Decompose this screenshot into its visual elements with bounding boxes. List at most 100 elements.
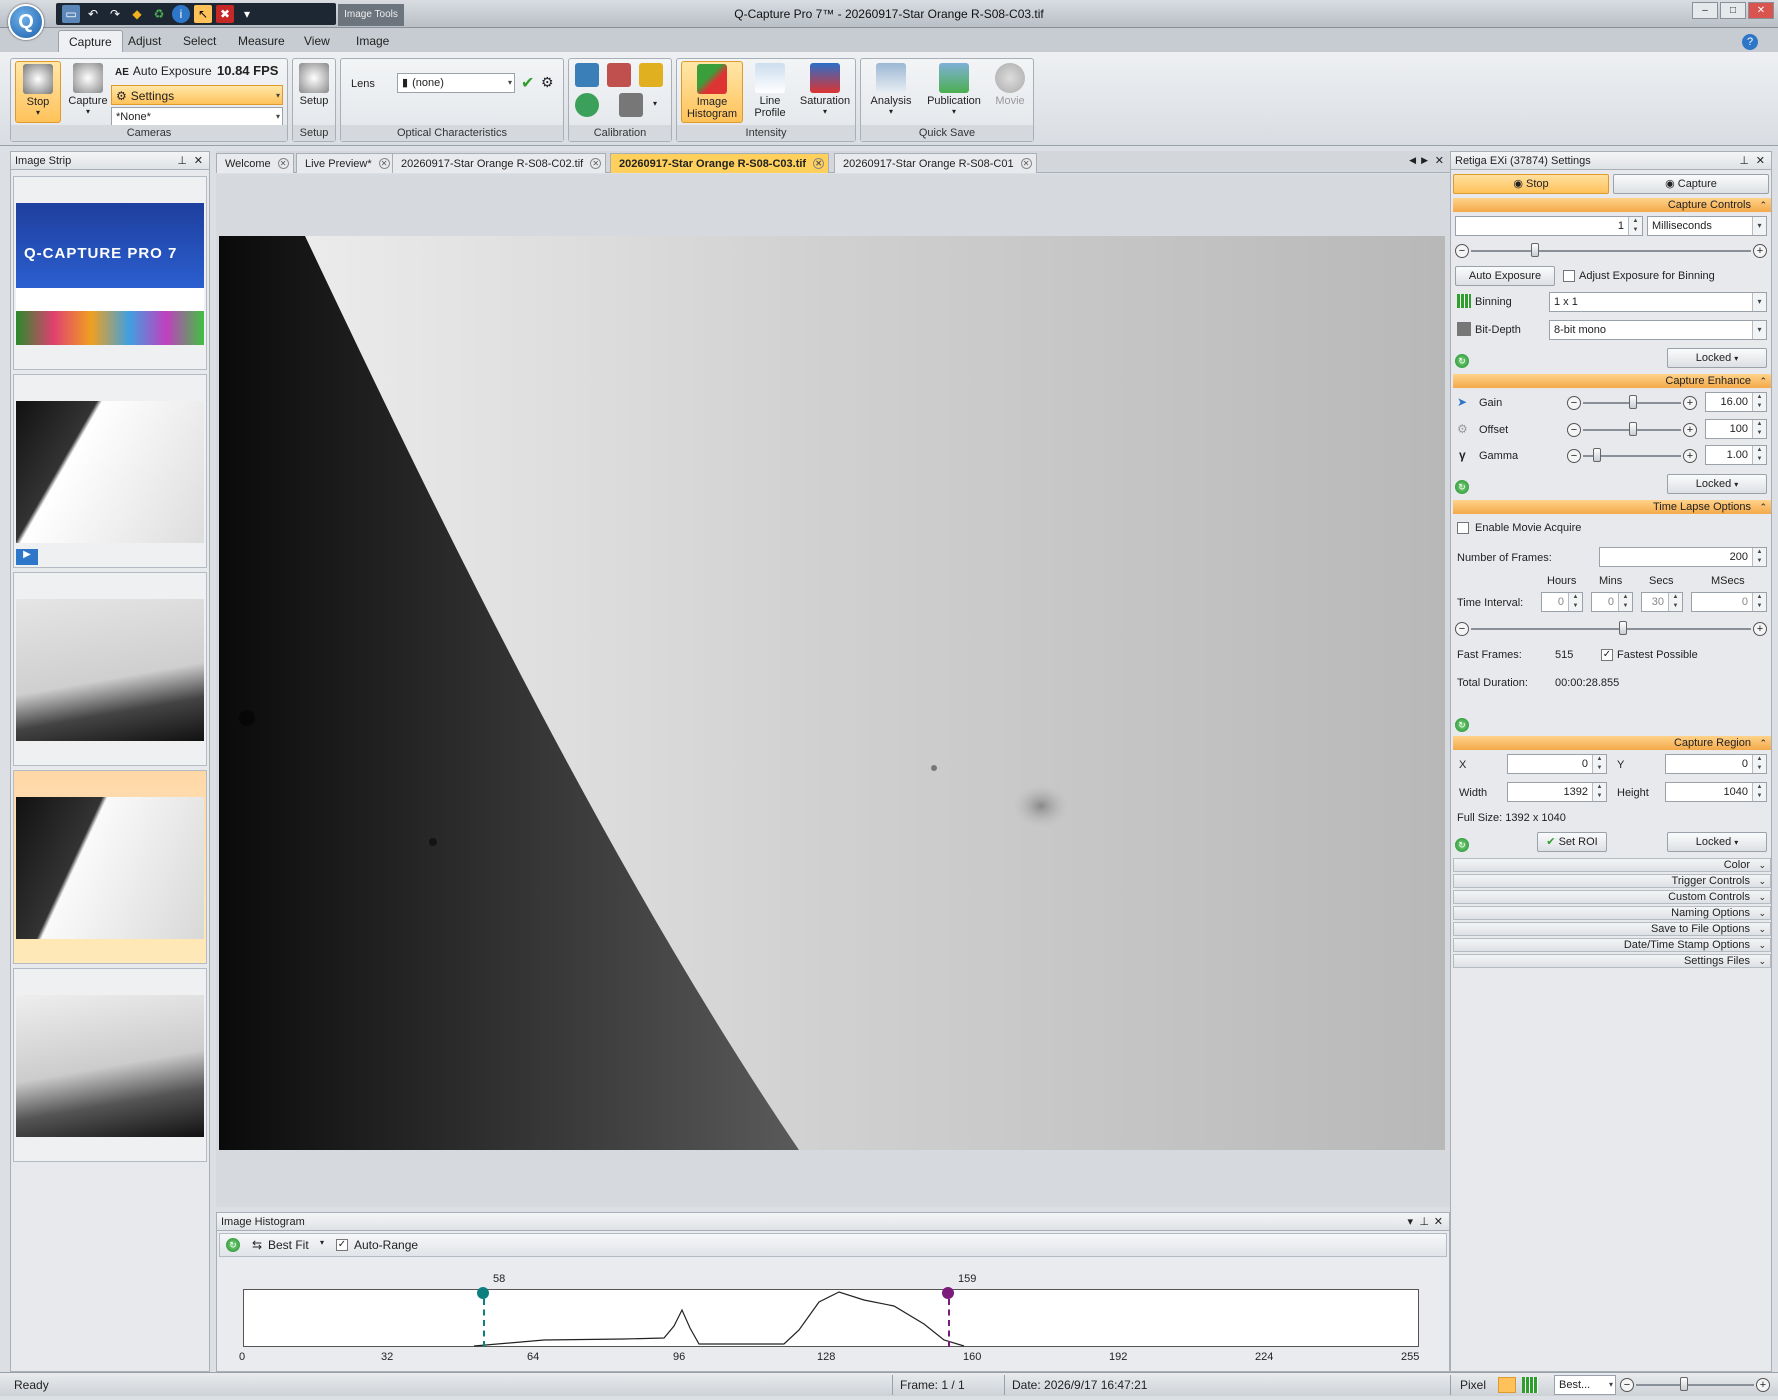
tab-select[interactable]: Select: [173, 30, 226, 52]
section-capture-controls[interactable]: Capture Controls ⌃: [1453, 198, 1771, 212]
plus-icon[interactable]: +: [1756, 1378, 1770, 1392]
maximize-icon[interactable]: □: [1720, 2, 1746, 19]
tab-image[interactable]: Image: [346, 30, 399, 52]
pin-icon[interactable]: ⊥: [1419, 1213, 1429, 1231]
redo-icon[interactable]: ↷: [106, 5, 124, 23]
chevron-down-icon[interactable]: ▾: [1407, 1213, 1413, 1231]
slider-thumb[interactable]: [1629, 422, 1637, 436]
refresh-calibration-icon[interactable]: [575, 93, 599, 117]
camera-calibration-icon[interactable]: [619, 93, 643, 117]
x-input[interactable]: 0 ▲ ▼: [1507, 754, 1607, 774]
exposure-unit-select[interactable]: Milliseconds ▾: [1647, 216, 1767, 236]
msecs-input[interactable]: 0 ▲ ▼: [1691, 592, 1767, 612]
capture-button[interactable]: Capture ▾: [65, 61, 111, 123]
auto-exposure-button[interactable]: AE Auto Exposure: [111, 61, 231, 81]
spinner-icon[interactable]: ▲ ▼: [1752, 393, 1766, 411]
low-marker-handle[interactable]: [477, 1287, 489, 1299]
fastest-checkbox[interactable]: ✓: [1601, 649, 1613, 661]
offset-slider[interactable]: − +: [1567, 422, 1697, 437]
doc-tab-welcome[interactable]: Welcome ✕: [216, 153, 294, 173]
thumbnail-image-1[interactable]: ▶: [13, 374, 207, 568]
gamma-input[interactable]: 1.00 ▲ ▼: [1705, 445, 1767, 465]
y-input[interactable]: 0 ▲ ▼: [1665, 754, 1767, 774]
binning-select[interactable]: 1 x 1 ▾: [1549, 292, 1767, 312]
enable-movie-checkbox[interactable]: [1457, 522, 1469, 534]
lock-controls-dropdown[interactable]: Locked ▾: [1667, 348, 1767, 368]
best-fit-button[interactable]: Best Fit: [268, 1238, 309, 1252]
info-icon[interactable]: i: [172, 5, 190, 23]
chevron-down-icon[interactable]: ▾: [320, 1238, 324, 1247]
thumbnail-image-4[interactable]: [13, 968, 207, 1162]
zoom-slider[interactable]: − +: [1620, 1377, 1770, 1392]
section-save-to-file[interactable]: Save to File Options ⌄: [1453, 922, 1771, 936]
refresh-icon[interactable]: ↻: [226, 1238, 240, 1252]
gain-slider[interactable]: − +: [1567, 395, 1697, 410]
auto-range-checkbox[interactable]: ✓: [336, 1239, 348, 1251]
height-input[interactable]: 1040 ▲ ▼: [1665, 782, 1767, 802]
tab-measure[interactable]: Measure: [228, 30, 295, 52]
app-menu-button[interactable]: Q: [8, 4, 44, 40]
refresh-icon[interactable]: ↻: [1455, 718, 1469, 732]
lens-select[interactable]: ▮ (none) ▾: [397, 73, 515, 93]
line-profile-button[interactable]: Line Profile: [747, 61, 793, 123]
chevron-down-icon[interactable]: ▾: [1752, 293, 1766, 311]
plus-icon[interactable]: +: [1753, 244, 1767, 258]
doc-tab-live-preview[interactable]: Live Preview* ✕: [296, 153, 395, 173]
thumbnail-image-2[interactable]: [13, 572, 207, 766]
auto-exposure-button[interactable]: Auto Exposure: [1455, 266, 1555, 286]
exposure-input[interactable]: 1 ▲ ▼: [1455, 216, 1643, 236]
section-settings-files[interactable]: Settings Files ⌄: [1453, 954, 1771, 968]
minus-icon[interactable]: −: [1455, 244, 1469, 258]
slider-thumb[interactable]: [1593, 448, 1601, 462]
undo-icon[interactable]: ↶: [84, 5, 102, 23]
section-color[interactable]: Color ⌄: [1453, 858, 1771, 872]
refresh-icon[interactable]: ↻: [1455, 354, 1469, 368]
gain-input[interactable]: 16.00 ▲ ▼: [1705, 392, 1767, 412]
plus-icon[interactable]: +: [1683, 396, 1697, 410]
mins-input[interactable]: 0 ▲ ▼: [1591, 592, 1633, 612]
width-input[interactable]: 1392 ▲ ▼: [1507, 782, 1607, 802]
spinner-icon[interactable]: ▲ ▼: [1592, 755, 1606, 773]
close-tab-icon[interactable]: ✕: [813, 158, 825, 169]
hours-input[interactable]: 0 ▲ ▼: [1541, 592, 1583, 612]
thumbnail-image-3[interactable]: [13, 770, 207, 964]
spinner-icon[interactable]: ▲ ▼: [1628, 217, 1642, 235]
section-date-time-stamp[interactable]: Date/Time Stamp Options ⌄: [1453, 938, 1771, 952]
delete-icon[interactable]: ✖: [216, 5, 234, 23]
microscope-image[interactable]: [219, 236, 1445, 1150]
lock-enhance-dropdown[interactable]: Locked ▾: [1667, 474, 1767, 494]
interval-slider[interactable]: − +: [1455, 621, 1767, 636]
spinner-icon[interactable]: ▲ ▼: [1668, 593, 1682, 611]
apply-check-icon[interactable]: ✔: [521, 73, 534, 93]
set-roi-button[interactable]: ✔ Set ROI: [1537, 832, 1607, 852]
tab-view[interactable]: View: [294, 30, 340, 52]
pin-icon[interactable]: ⊥: [177, 152, 187, 170]
tab-adjust[interactable]: Adjust: [118, 30, 171, 52]
doc-tab-c02[interactable]: 20260917-Star Orange R-S08-C02.tif ✕: [392, 153, 607, 173]
plus-icon[interactable]: +: [1683, 423, 1697, 437]
pointer-icon[interactable]: ↖: [194, 5, 212, 23]
ruler-icon[interactable]: [639, 63, 663, 87]
minimize-icon[interactable]: –: [1692, 2, 1718, 19]
spinner-icon[interactable]: ▲ ▼: [1752, 783, 1766, 801]
chevron-down-icon[interactable]: ▾: [1752, 321, 1766, 339]
tag-icon[interactable]: ◆: [128, 5, 146, 23]
movie-button[interactable]: Movie: [989, 61, 1031, 123]
refresh-icon[interactable]: ↻: [1455, 838, 1469, 852]
adjust-binning-checkbox[interactable]: [1563, 270, 1575, 282]
plus-icon[interactable]: +: [1753, 622, 1767, 636]
close-icon[interactable]: ✕: [1756, 152, 1765, 170]
secs-input[interactable]: 30 ▲ ▼: [1641, 592, 1683, 612]
minus-icon[interactable]: −: [1620, 1378, 1634, 1392]
close-tab-icon[interactable]: ✕: [277, 158, 289, 169]
lens-settings-icon[interactable]: ⚙: [541, 74, 554, 91]
recycle-icon[interactable]: ♻: [150, 5, 168, 23]
customize-qat-icon[interactable]: ▾: [238, 5, 256, 23]
spinner-icon[interactable]: ▲ ▼: [1752, 755, 1766, 773]
spinner-icon[interactable]: ▲ ▼: [1752, 593, 1766, 611]
bit-depth-select[interactable]: 8-bit mono ▾: [1549, 320, 1767, 340]
spinner-icon[interactable]: ▲ ▼: [1752, 420, 1766, 438]
chevron-down-icon[interactable]: ▾: [1752, 217, 1766, 235]
minus-icon[interactable]: −: [1455, 622, 1469, 636]
scroll-tabs-right-icon[interactable]: ▶: [1421, 155, 1428, 166]
